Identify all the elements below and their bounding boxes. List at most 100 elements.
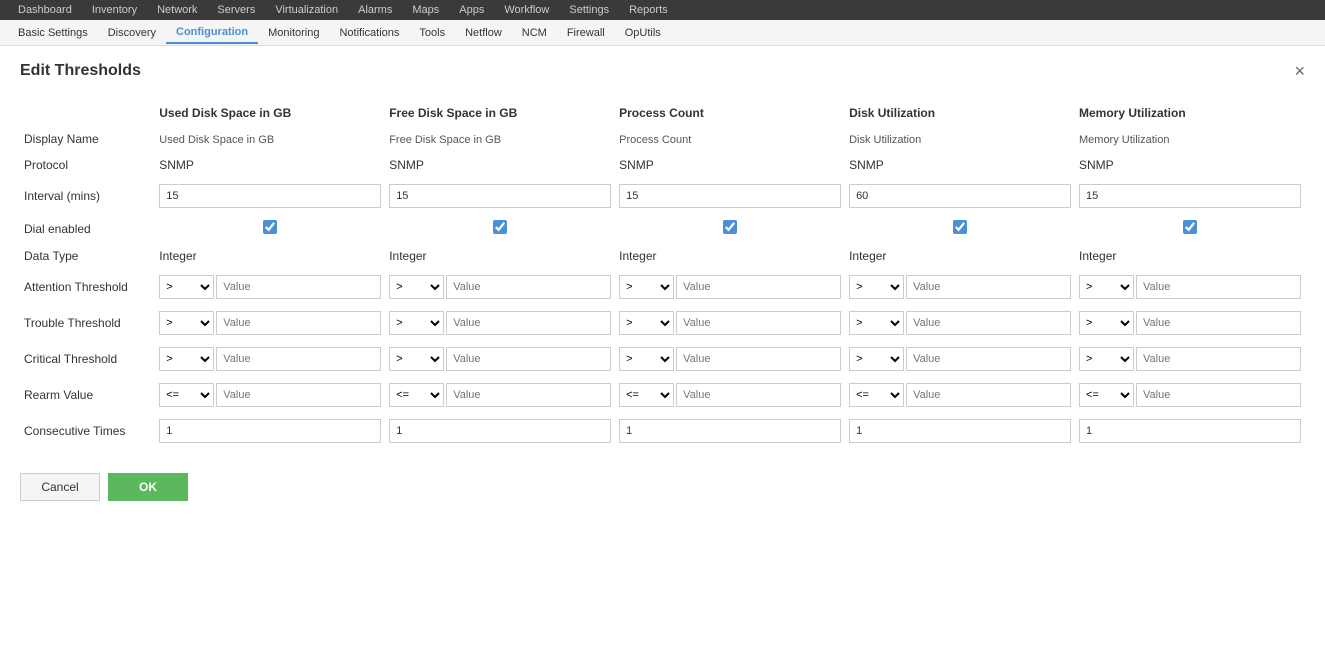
- critical-val-disk-util[interactable]: [906, 347, 1071, 371]
- consecutive-input-disk-util[interactable]: [849, 419, 1071, 443]
- attention-val-disk-util[interactable]: [906, 275, 1071, 299]
- critical-op-used-disk[interactable]: >>=<<=: [159, 347, 214, 371]
- trouble-op-free-disk[interactable]: >>=<<=: [389, 311, 444, 335]
- subnav-tools[interactable]: Tools: [409, 23, 455, 43]
- trouble-op-used-disk[interactable]: >>=<<=: [159, 311, 214, 335]
- trouble-val-memory-util[interactable]: [1136, 311, 1301, 335]
- interval-input-free-disk[interactable]: [389, 184, 611, 208]
- attention-val-process-count[interactable]: [676, 275, 841, 299]
- nav-network[interactable]: Network: [147, 2, 207, 18]
- consecutive-free-disk[interactable]: [385, 413, 615, 449]
- trouble-op-disk-util[interactable]: >>=<<=: [849, 311, 904, 335]
- trouble-val-free-disk[interactable]: [446, 311, 611, 335]
- consecutive-process-count[interactable]: [615, 413, 845, 449]
- subnav-notifications[interactable]: Notifications: [329, 23, 409, 43]
- dial-checkbox-disk-util[interactable]: [953, 220, 967, 234]
- rearm-memory-util[interactable]: <=<>=>: [1075, 377, 1305, 413]
- rearm-used-disk[interactable]: <=<>=>: [155, 377, 385, 413]
- critical-op-memory-util[interactable]: >>=<<=: [1079, 347, 1134, 371]
- critical-val-process-count[interactable]: [676, 347, 841, 371]
- trouble-memory-util[interactable]: >>=<<=: [1075, 305, 1305, 341]
- dial-checkbox-free-disk[interactable]: [493, 220, 507, 234]
- rearm-op-used-disk[interactable]: <=<>=>: [159, 383, 214, 407]
- rearm-disk-util[interactable]: <=<>=>: [845, 377, 1075, 413]
- subnav-netflow[interactable]: Netflow: [455, 23, 512, 43]
- critical-val-used-disk[interactable]: [216, 347, 381, 371]
- rearm-val-memory-util[interactable]: [1136, 383, 1301, 407]
- trouble-val-used-disk[interactable]: [216, 311, 381, 335]
- consecutive-input-memory-util[interactable]: [1079, 419, 1301, 443]
- rearm-val-used-disk[interactable]: [216, 383, 381, 407]
- interval-free-disk[interactable]: [385, 178, 615, 214]
- dial-checkbox-used-disk[interactable]: [263, 220, 277, 234]
- dial-checkbox-process-count[interactable]: [723, 220, 737, 234]
- attention-op-memory-util[interactable]: >>=<<=: [1079, 275, 1134, 299]
- rearm-val-process-count[interactable]: [676, 383, 841, 407]
- critical-free-disk[interactable]: >>=<<=: [385, 341, 615, 377]
- interval-input-memory-util[interactable]: [1079, 184, 1301, 208]
- subnav-oputils[interactable]: OpUtils: [615, 23, 671, 43]
- trouble-op-process-count[interactable]: >>=<<=: [619, 311, 674, 335]
- rearm-op-disk-util[interactable]: <=<>=>: [849, 383, 904, 407]
- nav-alarms[interactable]: Alarms: [348, 2, 402, 18]
- rearm-val-disk-util[interactable]: [906, 383, 1071, 407]
- consecutive-input-used-disk[interactable]: [159, 419, 381, 443]
- interval-input-disk-util[interactable]: [849, 184, 1071, 208]
- dial-enabled-process-count[interactable]: [615, 214, 845, 243]
- rearm-val-free-disk[interactable]: [446, 383, 611, 407]
- cancel-button[interactable]: Cancel: [20, 473, 100, 501]
- close-button[interactable]: ×: [1294, 62, 1305, 80]
- attention-used-disk[interactable]: >>=<<=: [155, 269, 385, 305]
- rearm-op-free-disk[interactable]: <=<>=>: [389, 383, 444, 407]
- attention-disk-util[interactable]: >>=<<=: [845, 269, 1075, 305]
- attention-op-free-disk[interactable]: >>=<<=: [389, 275, 444, 299]
- trouble-process-count[interactable]: >>=<<=: [615, 305, 845, 341]
- nav-inventory[interactable]: Inventory: [82, 2, 147, 18]
- trouble-used-disk[interactable]: >>=<<=: [155, 305, 385, 341]
- dial-enabled-disk-util[interactable]: [845, 214, 1075, 243]
- rearm-free-disk[interactable]: <=<>=>: [385, 377, 615, 413]
- rearm-process-count[interactable]: <=<>=>: [615, 377, 845, 413]
- nav-apps[interactable]: Apps: [449, 2, 494, 18]
- consecutive-input-process-count[interactable]: [619, 419, 841, 443]
- consecutive-disk-util[interactable]: [845, 413, 1075, 449]
- attention-val-free-disk[interactable]: [446, 275, 611, 299]
- attention-op-disk-util[interactable]: >>=<<=: [849, 275, 904, 299]
- consecutive-used-disk[interactable]: [155, 413, 385, 449]
- subnav-monitoring[interactable]: Monitoring: [258, 23, 329, 43]
- dial-checkbox-memory-util[interactable]: [1183, 220, 1197, 234]
- attention-val-used-disk[interactable]: [216, 275, 381, 299]
- trouble-op-memory-util[interactable]: >>=<<=: [1079, 311, 1134, 335]
- nav-settings[interactable]: Settings: [559, 2, 619, 18]
- nav-servers[interactable]: Servers: [207, 2, 265, 18]
- subnav-basic-settings[interactable]: Basic Settings: [8, 23, 98, 43]
- subnav-configuration[interactable]: Configuration: [166, 22, 258, 44]
- interval-process-count[interactable]: [615, 178, 845, 214]
- critical-val-memory-util[interactable]: [1136, 347, 1301, 371]
- attention-process-count[interactable]: >>=<<=: [615, 269, 845, 305]
- interval-input-used-disk[interactable]: [159, 184, 381, 208]
- trouble-disk-util[interactable]: >>=<<=: [845, 305, 1075, 341]
- dial-enabled-used-disk[interactable]: [155, 214, 385, 243]
- subnav-firewall[interactable]: Firewall: [557, 23, 615, 43]
- subnav-ncm[interactable]: NCM: [512, 23, 557, 43]
- trouble-val-disk-util[interactable]: [906, 311, 1071, 335]
- attention-op-used-disk[interactable]: >>=<<=: [159, 275, 214, 299]
- attention-val-memory-util[interactable]: [1136, 275, 1301, 299]
- consecutive-memory-util[interactable]: [1075, 413, 1305, 449]
- critical-op-process-count[interactable]: >>=<<=: [619, 347, 674, 371]
- interval-memory-util[interactable]: [1075, 178, 1305, 214]
- attention-free-disk[interactable]: >>=<<=: [385, 269, 615, 305]
- trouble-free-disk[interactable]: >>=<<=: [385, 305, 615, 341]
- nav-reports[interactable]: Reports: [619, 2, 678, 18]
- critical-used-disk[interactable]: >>=<<=: [155, 341, 385, 377]
- nav-maps[interactable]: Maps: [402, 2, 449, 18]
- interval-disk-util[interactable]: [845, 178, 1075, 214]
- nav-virtualization[interactable]: Virtualization: [265, 2, 348, 18]
- dial-enabled-free-disk[interactable]: [385, 214, 615, 243]
- critical-process-count[interactable]: >>=<<=: [615, 341, 845, 377]
- critical-disk-util[interactable]: >>=<<=: [845, 341, 1075, 377]
- rearm-op-process-count[interactable]: <=<>=>: [619, 383, 674, 407]
- nav-workflow[interactable]: Workflow: [494, 2, 559, 18]
- ok-button[interactable]: OK: [108, 473, 188, 501]
